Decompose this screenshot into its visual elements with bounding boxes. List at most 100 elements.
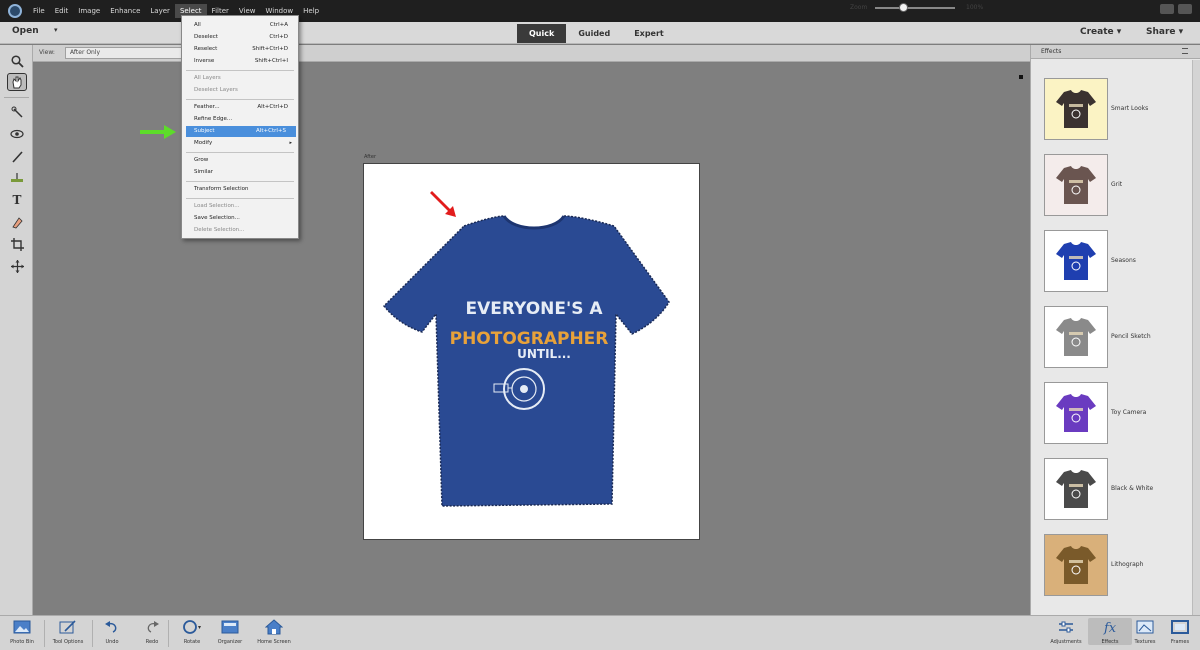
tab-expert[interactable]: Expert [622,24,676,43]
bottom-bar: Photo Bin Tool Options Undo Redo Rotate Organ… [0,615,1200,650]
button-label: Home Screen [257,639,291,645]
menu-item-label: Transform Selection [194,186,249,192]
home-icon [264,618,284,636]
menu-item-subject[interactable]: Subject Alt+Ctrl+S [186,126,296,137]
effect-thumbnail-smart-looks[interactable] [1044,78,1108,140]
menu-layer[interactable]: Layer [145,4,175,18]
red-eye-icon[interactable] [7,125,27,143]
divider [168,620,169,647]
tab-quick[interactable]: Quick [517,24,567,43]
menu-item-save-selection[interactable]: Save Selection... [182,213,298,224]
tools-panel: T [0,45,33,615]
chevron-down-icon[interactable]: ▾ [54,26,58,34]
undo-button[interactable]: Undo [90,618,134,645]
frames-icon [1170,618,1190,636]
menu-edit[interactable]: Edit [50,4,74,18]
menu-divider [186,181,294,182]
button-label: Adjustments [1050,639,1082,645]
button-label: Photo Bin [10,639,34,645]
menu-item-label: Similar [194,169,214,175]
menu-item-grow[interactable]: Grow [182,155,298,166]
button-label: Effects [1101,639,1119,645]
tab-guided[interactable]: Guided [566,24,622,43]
undo-icon [102,618,122,636]
create-button[interactable]: Create ▾ [1080,27,1121,37]
effect-thumbnail-pencil-sketch[interactable] [1044,306,1108,368]
menu-item-label: Delete Selection... [194,227,245,233]
panel-scrollbar[interactable] [1192,60,1200,615]
svg-text:fx: fx [1103,621,1117,635]
menu-item-label: Load Selection... [194,203,240,209]
mode-tabs: Quick Guided Expert [517,24,676,43]
menu-item-transform-selection[interactable]: Transform Selection [182,184,298,195]
green-arrow-annotation [140,125,176,139]
document-canvas[interactable]: EVERYONE'S A PHOTOGRAPHER UNTIL... [363,163,700,540]
menu-item-refine-edge[interactable]: Refine Edge... [182,114,298,125]
menu-item-deselect[interactable]: Deselect Ctrl+D [182,32,298,43]
menu-item-inverse[interactable]: Inverse Shift+Ctrl+I [182,56,298,67]
effect-thumbnail-grit[interactable] [1044,154,1108,216]
type-tool-icon[interactable]: T [7,191,27,209]
menu-image[interactable]: Image [73,4,105,18]
move-tool-icon[interactable] [7,257,27,275]
tool-options-icon [58,618,78,636]
menu-help[interactable]: Help [298,4,324,18]
menu-item-reselect[interactable]: Reselect Shift+Ctrl+D [182,44,298,55]
menu-file[interactable]: File [28,4,50,18]
effect-thumbnail-toy-camera[interactable] [1044,382,1108,444]
spot-healing-icon[interactable] [7,213,27,231]
zoom-slider-thumb[interactable] [899,3,908,12]
crop-tool-icon[interactable] [7,235,27,253]
view-label: View: [39,49,55,56]
menu-item-deselect-layers: Deselect Layers [182,85,298,96]
menu-item-label: Feather... [194,104,220,110]
button-label: Frames [1170,639,1190,645]
menu-item-label: Modify [194,140,213,146]
close-icon[interactable] [1178,4,1192,14]
hand-tool-icon[interactable] [7,73,27,91]
whiten-teeth-icon[interactable] [7,147,27,165]
effect-thumbnail-seasons[interactable] [1044,230,1108,292]
menu-item-feather[interactable]: Feather... Alt+Ctrl+D [182,102,298,113]
straighten-icon[interactable] [7,169,27,187]
quick-selection-icon[interactable] [7,103,27,121]
menu-bar: File Edit Image Enhance Layer Select Filter Vie… [0,0,1200,22]
organizer-button[interactable]: Organizer [208,618,252,645]
button-label: Textures [1134,639,1156,645]
menu-item-label: Grow [194,157,209,163]
menu-item-label: Inverse [194,58,215,64]
photo-bin-button[interactable]: Photo Bin [0,618,44,645]
menu-item-label: Subject [194,128,215,134]
zoom-slider-track[interactable] [875,7,955,9]
menu-item-shortcut: Alt+Ctrl+D [257,104,288,110]
menu-divider [186,198,294,199]
frames-button[interactable]: Frames [1158,618,1200,645]
effect-thumbnail-black-white[interactable] [1044,458,1108,520]
effect-thumbnail-lithograph[interactable] [1044,534,1108,596]
open-button[interactable]: Open [12,26,39,36]
panel-menu-icon[interactable] [1182,48,1188,54]
panel-title: Effects [1031,45,1200,59]
minimize-icon[interactable] [1160,4,1174,14]
menu-item-modify[interactable]: Modify ▸ [182,138,298,149]
menu-item-load-selection: Load Selection... [182,201,298,212]
menu-item-shortcut: Alt+Ctrl+S [256,128,286,134]
effect-label: Seasons [1111,257,1136,264]
zoom-tool-icon[interactable] [7,52,27,70]
button-label: Redo [145,639,159,645]
menu-item-all[interactable]: All Ctrl+A [182,20,298,31]
adjustments-button[interactable]: Adjustments [1044,618,1088,645]
shirt-text-line2: PHOTOGRAPHER [450,329,609,349]
menu-item-all-layers: All Layers [182,73,298,84]
share-button[interactable]: Share ▾ [1146,27,1183,37]
menu-enhance[interactable]: Enhance [105,4,145,18]
effect-label: Grit [1111,181,1123,188]
divider [92,620,93,647]
menu-item-similar[interactable]: Similar [182,167,298,178]
effects-icon: fx [1100,618,1120,636]
home-screen-button[interactable]: Home Screen [252,618,296,645]
redo-icon [142,618,162,636]
tool-options-button[interactable]: Tool Options [46,618,90,645]
menu-divider [186,152,294,153]
menu-item-shortcut: Shift+Ctrl+I [254,58,288,64]
